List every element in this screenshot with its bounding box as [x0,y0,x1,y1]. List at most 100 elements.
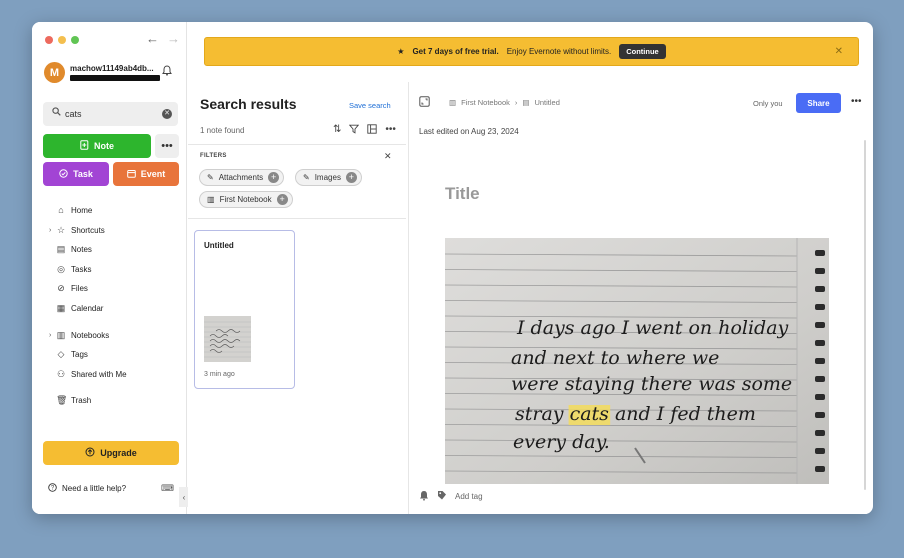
handwriting-line: stray cats and I fed them [515,403,756,425]
note-thumbnail [204,316,251,362]
history-nav: ← → [146,31,180,46]
sidebar-item-label: Tags [71,349,88,359]
sidebar-item-label: Notebooks [71,330,110,340]
new-note-button[interactable]: Note [43,134,151,158]
tag-icon: ◇ [57,348,65,359]
notebook-icon: ▥ [207,195,215,204]
upgrade-button[interactable]: Upgrade [43,441,179,465]
filter-chip-images[interactable]: ✎ Images + [295,169,362,186]
breadcrumb: ▥ First Notebook › ▤ Untitled [449,98,560,107]
help-icon: ? [48,483,57,494]
filter-icon[interactable] [349,124,360,137]
maximize-window-button[interactable] [71,36,79,44]
new-note-label: Note [94,141,114,151]
note-icon: ▤ [522,98,530,107]
sidebar-item-label: Shared with Me [71,369,127,379]
help-label: Need a little help? [62,484,127,493]
sidebar-item-notebooks[interactable]: › ▥ Notebooks [49,327,110,343]
reminder-bell-icon[interactable] [419,490,429,503]
view-layout-icon[interactable] [367,124,378,137]
new-task-button[interactable]: Task [43,162,109,186]
scrollbar[interactable] [864,140,866,490]
filter-chip-attachments[interactable]: ✎ Attachments + [199,169,285,186]
chevron-right-icon[interactable]: › [49,227,51,234]
search-highlight: cats [570,403,610,425]
trash-icon: 🗑︎ [56,394,68,405]
account-menu[interactable]: M machow11149ab4db... [44,62,179,86]
add-tag-input[interactable]: Add tag [455,492,483,501]
ellipsis-icon[interactable]: ••• [385,124,396,137]
app-window: ← → M machow11149ab4db... ✕ Note ••• [32,22,873,514]
page-title: Search results [200,96,297,112]
close-window-button[interactable] [45,36,53,44]
sidebar-item-calendar[interactable]: ▦ Calendar [56,300,104,316]
breadcrumb-note[interactable]: Untitled [534,98,559,107]
chip-label: Attachments [218,173,264,182]
sidebar-item-notes[interactable]: ▤ Notes [56,241,92,257]
back-arrow-icon[interactable]: ← [146,31,159,46]
sidebar-item-shared[interactable]: ⚇ Shared with Me [56,366,127,382]
clear-search-icon[interactable]: ✕ [162,109,172,119]
image-icon: ✎ [303,173,310,182]
sidebar-item-tasks[interactable]: ◎ Tasks [56,261,91,277]
ellipsis-icon: ••• [161,140,173,152]
breadcrumb-notebook[interactable]: First Notebook [461,98,510,107]
help-link[interactable]: ? Need a little help? [48,483,126,494]
sidebar-item-tags[interactable]: ◇ Tags [56,346,88,362]
continue-button[interactable]: Continue [619,44,666,59]
sidebar-item-trash[interactable]: 🗑︎ Trash [56,392,91,408]
notebook-icon: ▥ [449,98,457,107]
username: machow11149ab4db... [70,64,154,73]
attachment-icon: ✎ [207,173,214,182]
last-edited: Last edited on Aug 23, 2024 [419,127,519,136]
paperclip-icon: ⊘ [57,282,65,293]
note-title-input[interactable]: Title [445,184,480,204]
note-card[interactable]: Untitled 3 min ago [194,230,295,389]
banner-detail: Enjoy Evernote without limits. [506,47,612,56]
visibility-label[interactable]: Only you [753,99,783,108]
expand-icon[interactable] [419,96,430,110]
upgrade-icon [85,447,95,459]
new-event-button[interactable]: Event [113,162,179,186]
tag-icon[interactable] [437,490,447,503]
sidebar-item-files[interactable]: ⊘ Files [56,280,88,296]
handwriting-line: and next to where we [511,347,719,369]
minimize-window-button[interactable] [58,36,66,44]
plus-icon[interactable]: + [276,194,288,205]
star-icon: ☆ [56,224,66,235]
search-results-panel: Search results Save search 1 note found … [188,82,406,514]
note-header: ▥ First Notebook › ▤ Untitled Only you S… [419,93,864,113]
note-icon: ▤ [56,243,66,254]
note-image[interactable]: I days ago I went on holiday and next to … [445,238,829,484]
sidebar-item-label: Notes [71,244,92,254]
filter-chip-notebook[interactable]: ▥ First Notebook + [199,191,293,208]
bell-icon[interactable] [162,65,172,79]
plus-icon[interactable]: + [268,172,280,183]
breadcrumb-separator: › [514,98,518,107]
sidebar-item-label: Trash [71,395,92,405]
close-filters-icon[interactable]: ✕ [384,151,392,162]
more-create-options-button[interactable]: ••• [155,134,179,158]
notebook-icon: ▥ [56,329,66,340]
sidebar-item-label: Tasks [71,264,92,274]
keyboard-icon[interactable]: ⌨ [161,483,174,494]
search-box: ✕ [43,102,178,126]
save-search-link[interactable]: Save search [349,101,391,110]
forward-arrow-icon[interactable]: → [167,31,180,46]
sidebar-item-shortcuts[interactable]: › ☆ Shortcuts [49,222,105,238]
chevron-right-icon[interactable]: › [49,332,51,339]
share-button[interactable]: Share [796,93,841,113]
window-controls [45,36,79,44]
sidebar-item-home[interactable]: ⌂ Home [56,202,92,218]
task-check-icon [59,168,68,180]
search-input[interactable] [65,106,155,122]
close-icon[interactable]: ✕ [835,46,843,57]
sort-icon[interactable]: ⇅ [333,124,341,137]
plus-icon[interactable]: + [345,172,357,183]
ellipsis-icon[interactable]: ••• [851,96,862,107]
trial-banner: ★ Get 7 days of free trial. Enjoy Everno… [204,37,859,66]
search-icon [52,107,61,119]
sidebar-item-label: Shortcuts [71,225,105,235]
handwriting-line: every day. [513,431,610,453]
handwriting-line: were staying there was some [511,373,792,395]
